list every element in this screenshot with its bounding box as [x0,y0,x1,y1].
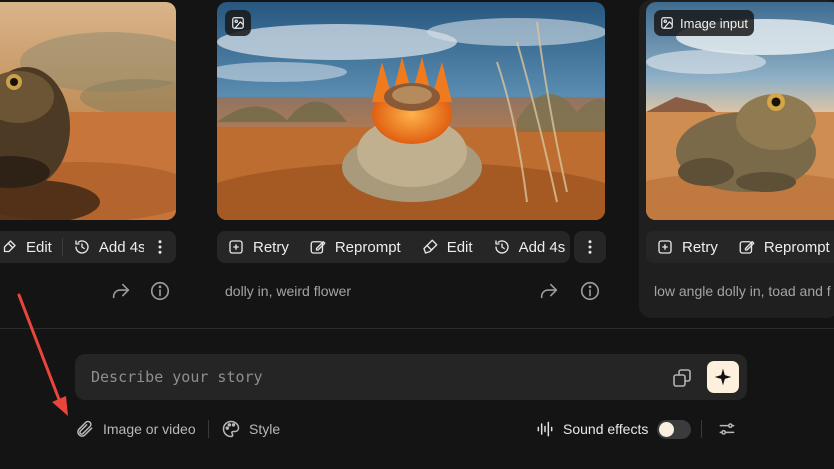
extend-time-icon [494,240,509,254]
sound-effects-control: Sound effects [535,418,648,440]
edit-label: Edit [446,238,473,256]
edit-label: Edit [26,238,52,256]
asset-button[interactable] [670,366,694,390]
image-input-badge: Image input [654,10,754,36]
add-4s-button[interactable]: Add 4s [483,231,576,263]
waveform-icon [537,421,553,437]
retry-label: Retry [253,238,289,256]
retry-button[interactable]: Retry [217,231,299,263]
video-thumbnail-toad-closeup[interactable] [0,2,176,220]
prompt-caption: low angle dolly in, toad and f [654,283,831,299]
retry-button[interactable]: Retry [646,231,728,263]
add-4s-label: Add 4s [98,238,146,256]
sliders-icon [719,423,735,435]
separator [701,420,702,438]
sound-effects-toggle[interactable] [657,420,691,439]
video-thumbnail-toad[interactable]: Image input [646,2,834,220]
card-2-action-bar: Retry Reprompt Edit Add 4s [217,231,570,263]
separator [208,420,209,438]
pencil-icon [739,241,755,254]
prompt-box [75,354,747,400]
palette-icon [222,420,240,438]
more-vertical-icon [588,240,592,254]
sound-effects-label: Sound effects [563,421,649,437]
image-input-label: Image input [680,15,748,31]
sparkle-icon [714,368,732,386]
image-icon [232,17,244,29]
more-vertical-icon [158,240,162,254]
section-divider [0,328,834,329]
info-button[interactable] [579,280,601,302]
share-button[interactable] [110,280,132,302]
video-thumbnail-flower[interactable] [217,2,605,220]
reprompt-button[interactable]: Reprompt [299,231,411,263]
generate-button[interactable] [707,361,739,393]
reprompt-label: Reprompt [763,238,830,256]
share-icon [112,283,130,299]
add-4s-label: Add 4s [518,238,566,256]
retry-icon [229,240,243,254]
add-4s-button[interactable]: Add 4s [63,231,156,263]
prompt-caption: dolly in, weird flower [225,283,352,299]
retry-label: Retry [682,238,718,256]
more-options-button[interactable] [144,231,176,263]
paperclip-icon [77,420,93,437]
card-3-action-bar: Retry Reprompt [646,231,834,263]
extend-time-icon [75,240,89,254]
retry-icon [658,240,672,254]
style-label: Style [249,421,281,437]
toggle-knob [659,422,674,437]
image-icon [661,17,673,29]
info-icon [580,281,600,301]
reprompt-button[interactable]: Reprompt [728,231,834,263]
info-icon [150,281,170,301]
more-options-button[interactable] [574,231,606,263]
info-button[interactable] [149,280,171,302]
brush-icon [423,239,438,254]
reprompt-label: Reprompt [334,238,401,256]
cube-icon [673,369,691,387]
share-icon [540,283,558,299]
style-button[interactable]: Style [221,418,280,440]
pencil-icon [310,241,326,254]
brush-icon [3,240,16,253]
settings-button[interactable] [717,418,737,440]
attach-label: Image or video [103,421,196,437]
image-input-badge [225,10,251,36]
edit-button[interactable]: Edit [0,231,62,263]
attach-image-video-button[interactable]: Image or video [75,418,196,440]
share-button[interactable] [538,280,560,302]
edit-button[interactable]: Edit [411,231,483,263]
story-prompt-input[interactable] [91,354,661,400]
